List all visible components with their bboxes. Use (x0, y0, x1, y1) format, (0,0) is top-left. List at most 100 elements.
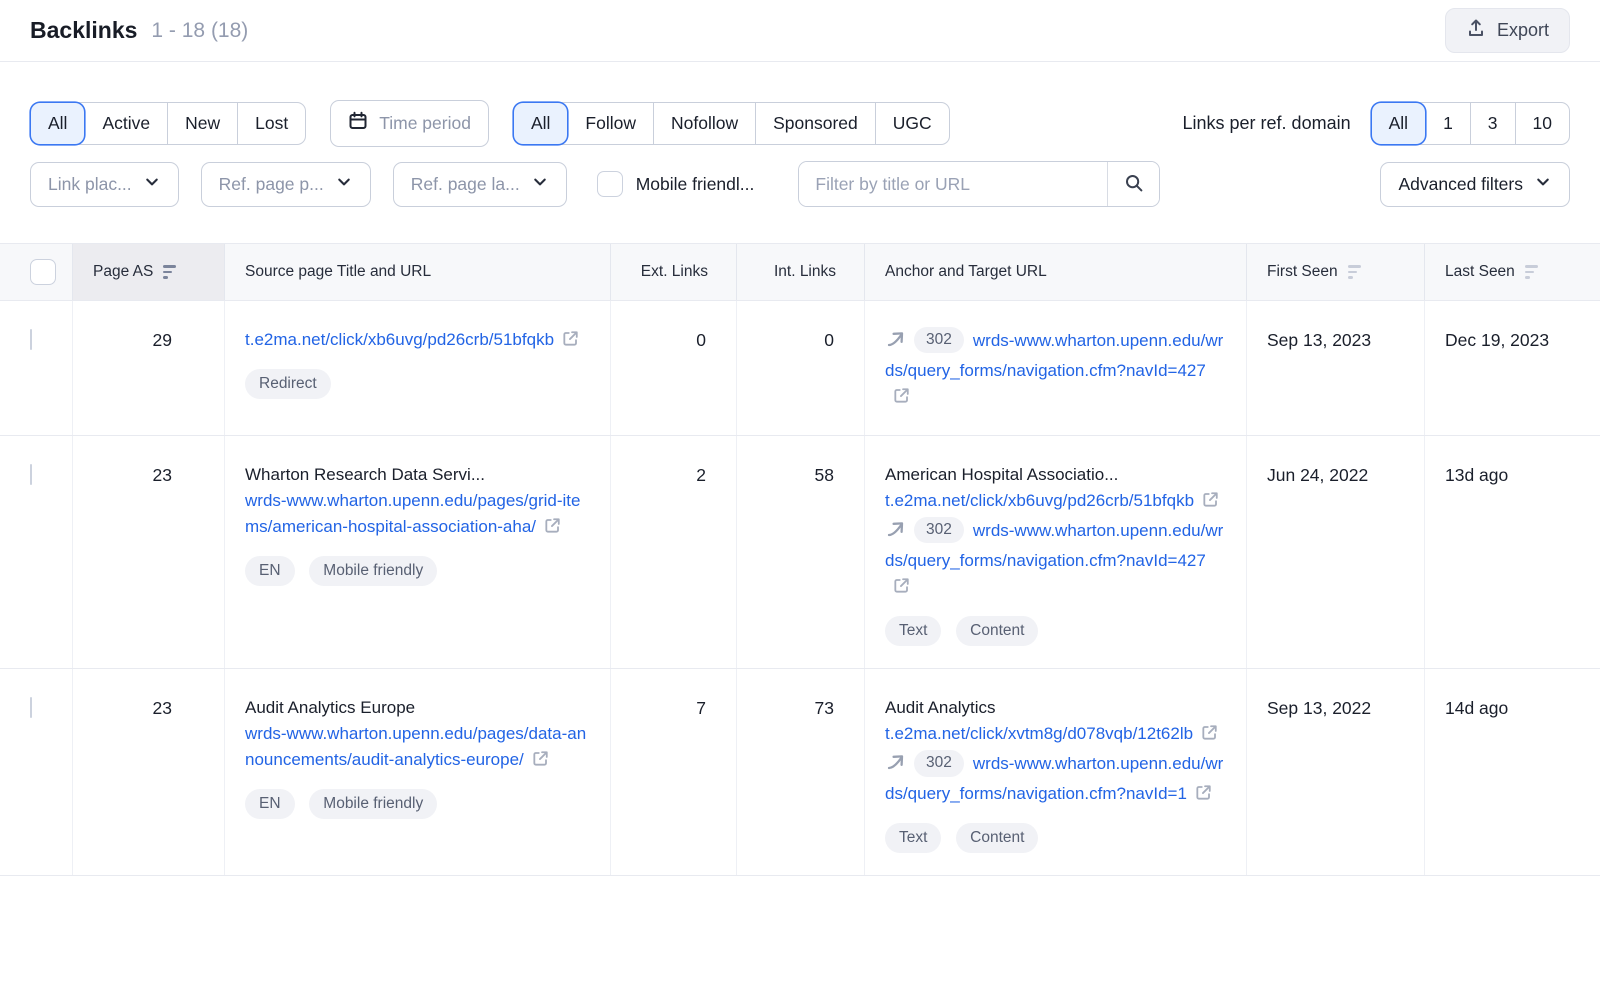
link-placement-dropdown[interactable]: Link plac... (30, 162, 179, 207)
column-header-page-as[interactable]: Page AS (72, 244, 224, 300)
last-seen-cell: 14d ago (1424, 669, 1600, 875)
page-as-cell: 29 (72, 301, 224, 435)
filter-row-2: Link plac... Ref. page p... Ref. page la… (30, 161, 1570, 207)
result-range: 1 - 18 (18) (151, 19, 248, 43)
select-all-checkbox[interactable] (30, 259, 56, 285)
table-header: Page AS Source page Title and URL Ext. L… (0, 243, 1600, 301)
follow-option-all[interactable]: All (514, 103, 567, 144)
lpd-option-3[interactable]: 3 (1470, 103, 1515, 144)
chevron-down-icon (531, 173, 549, 196)
advanced-filters-dropdown[interactable]: Advanced filters (1380, 162, 1570, 207)
lpd-option-all[interactable]: All (1372, 103, 1425, 144)
redirect-badge: Redirect (245, 369, 331, 399)
external-link-icon (1200, 723, 1219, 750)
row-checkbox[interactable] (30, 464, 32, 485)
row-select-cell (0, 669, 72, 875)
mobile-friendly-filter[interactable]: Mobile friendl... (597, 171, 755, 197)
text-badge: Text (885, 616, 941, 646)
ref-page-language-label: Ref. page la... (411, 174, 520, 195)
mobile-friendly-checkbox[interactable] (597, 171, 623, 197)
lpd-option-10[interactable]: 10 (1515, 103, 1569, 144)
sort-icon (1525, 265, 1538, 279)
ref-page-platform-dropdown[interactable]: Ref. page p... (201, 162, 371, 207)
ext-links-cell: 7 (610, 669, 736, 875)
source-badges: Redirect (245, 356, 590, 399)
redirect-code-badge: 302 (914, 327, 964, 353)
status-option-new[interactable]: New (167, 103, 237, 144)
external-link-icon (1201, 490, 1220, 517)
external-link-icon (892, 386, 911, 413)
lpd-option-1[interactable]: 1 (1425, 103, 1470, 144)
anchor-text: Audit Analytics (885, 695, 1226, 721)
source-title: Audit Analytics Europe (245, 695, 590, 721)
table-body: 29 t.e2ma.net/click/xb6uvg/pd26crb/51bfq… (0, 301, 1600, 1002)
last-seen-header-label: Last Seen (1445, 263, 1515, 281)
source-cell: t.e2ma.net/click/xb6uvg/pd26crb/51bfqkb … (224, 301, 610, 435)
page-as-header-label: Page AS (93, 263, 153, 281)
table-row: 23 Audit Analytics Europe wrds-www.whart… (0, 669, 1600, 876)
source-url-link[interactable]: t.e2ma.net/click/xb6uvg/pd26crb/51bfqkb (245, 330, 580, 349)
chevron-down-icon (143, 173, 161, 196)
source-cell: Wharton Research Data Servi... wrds-www.… (224, 436, 610, 668)
anchor-url-link[interactable]: t.e2ma.net/click/xvtm8g/d078vqb/12t62lb (885, 724, 1219, 743)
anchor-cell: American Hospital Associatio... t.e2ma.n… (864, 436, 1246, 668)
status-option-active[interactable]: Active (84, 103, 167, 144)
first-seen-cell: Sep 13, 2023 (1246, 301, 1424, 435)
page-as-cell: 23 (72, 436, 224, 668)
anchor-badges: Text Content (885, 603, 1226, 646)
row-select-cell (0, 436, 72, 668)
column-header-last-seen[interactable]: Last Seen (1424, 244, 1600, 300)
follow-option-nofollow[interactable]: Nofollow (653, 103, 755, 144)
column-header-ext-links[interactable]: Ext. Links (610, 244, 736, 300)
link-placement-label: Link plac... (48, 174, 132, 195)
anchor-cell: 302wrds-www.wharton.upenn.edu/wrds/query… (864, 301, 1246, 435)
external-link-icon (561, 329, 580, 356)
sort-desc-icon (163, 265, 176, 279)
source-title: Wharton Research Data Servi... (245, 462, 590, 488)
select-all-cell (0, 244, 72, 300)
column-header-anchor[interactable]: Anchor and Target URL (864, 244, 1246, 300)
column-header-first-seen[interactable]: First Seen (1246, 244, 1424, 300)
ext-links-cell: 0 (610, 301, 736, 435)
mobile-friendly-badge: Mobile friendly (309, 556, 437, 586)
int-links-cell: 0 (736, 301, 864, 435)
source-badges: EN Mobile friendly (245, 543, 590, 586)
anchor-url-link[interactable]: t.e2ma.net/click/xb6uvg/pd26crb/51bfqkb (885, 491, 1220, 510)
filter-panel: All Active New Lost Time period All (0, 62, 1600, 243)
title-url-search (798, 161, 1160, 207)
int-links-cell: 58 (736, 436, 864, 668)
external-link-icon (543, 516, 562, 543)
column-header-source[interactable]: Source page Title and URL (224, 244, 610, 300)
status-option-all[interactable]: All (31, 103, 84, 144)
follow-option-follow[interactable]: Follow (567, 103, 653, 144)
source-url-link[interactable]: wrds-www.wharton.upenn.edu/pages/data-an… (245, 724, 586, 769)
export-button[interactable]: Export (1445, 8, 1570, 53)
column-header-int-links[interactable]: Int. Links (736, 244, 864, 300)
time-period-label: Time period (379, 113, 471, 134)
links-per-domain-cluster: Links per ref. domain All 1 3 10 (1183, 102, 1570, 145)
row-checkbox[interactable] (30, 329, 32, 350)
status-option-lost[interactable]: Lost (237, 103, 305, 144)
row-checkbox[interactable] (30, 697, 32, 718)
time-period-button[interactable]: Time period (330, 100, 489, 147)
backlinks-report: Backlinks 1 - 18 (18) Export All Active … (0, 0, 1600, 1002)
source-header-label: Source page Title and URL (245, 263, 431, 281)
report-header: Backlinks 1 - 18 (18) Export (0, 0, 1600, 62)
external-link-icon (892, 576, 911, 603)
links-per-domain-filter: All 1 3 10 (1371, 102, 1570, 145)
anchor-badges: Text Content (885, 810, 1226, 853)
redirect-arrow-icon (885, 328, 907, 358)
ext-links-header-label: Ext. Links (641, 263, 708, 281)
anchor-cell: Audit Analytics t.e2ma.net/click/xvtm8g/… (864, 669, 1246, 875)
search-input[interactable] (799, 162, 1107, 206)
ref-page-language-dropdown[interactable]: Ref. page la... (393, 162, 567, 207)
anchor-text: American Hospital Associatio... (885, 462, 1226, 488)
advanced-filters-label: Advanced filters (1398, 174, 1523, 195)
follow-option-ugc[interactable]: UGC (875, 103, 949, 144)
language-badge: EN (245, 789, 295, 819)
follow-option-sponsored[interactable]: Sponsored (755, 103, 875, 144)
search-icon (1124, 173, 1144, 196)
source-url-link[interactable]: wrds-www.wharton.upenn.edu/pages/grid-it… (245, 491, 580, 536)
row-select-cell (0, 301, 72, 435)
search-button[interactable] (1107, 162, 1159, 206)
